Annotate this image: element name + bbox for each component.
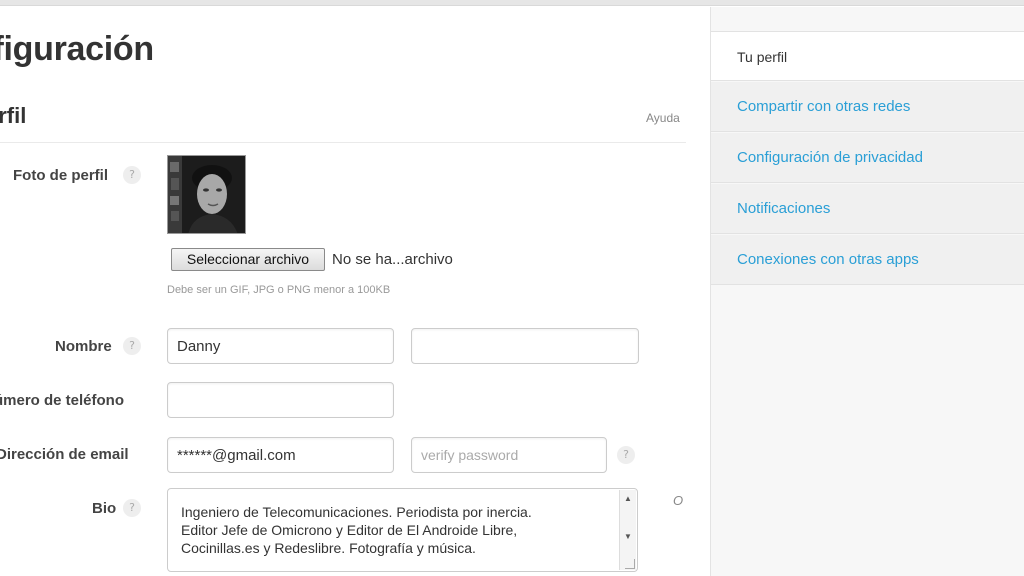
- sidebar-item-privacy[interactable]: Configuración de privacidad: [711, 133, 1024, 183]
- first-name-input[interactable]: [167, 328, 394, 364]
- email-label: Dirección de email: [0, 446, 129, 463]
- avatar-photo-icon: [168, 156, 245, 233]
- bio-label: Bio: [92, 500, 117, 517]
- settings-sidebar: Tu perfil Compartir con otras redes Conf…: [710, 7, 1024, 576]
- bio-side-mark: O: [673, 493, 684, 508]
- name-help-icon[interactable]: ?: [123, 337, 141, 355]
- bio-line: Cocinillas.es y Redeslibre. Fotografía y…: [181, 540, 476, 556]
- name-label: Nombre: [55, 338, 112, 355]
- top-bar: [0, 0, 1024, 6]
- resize-handle-icon[interactable]: [625, 559, 635, 569]
- section-title: erfil: [0, 103, 27, 128]
- sidebar-item-share[interactable]: Compartir con otras redes: [711, 82, 1024, 132]
- phone-label: úmero de teléfono: [0, 392, 125, 409]
- photo-help-icon[interactable]: ?: [123, 166, 141, 184]
- bio-help-icon[interactable]: ?: [123, 499, 141, 517]
- file-hint: Debe ser un GIF, JPG o PNG menor a 100KB: [167, 284, 391, 296]
- scroll-up-icon[interactable]: ▲: [620, 492, 636, 506]
- last-name-input[interactable]: [411, 328, 639, 364]
- sidebar-item-profile[interactable]: Tu perfil: [711, 31, 1024, 81]
- phone-input[interactable]: [167, 382, 394, 418]
- choose-file-button[interactable]: Seleccionar archivo: [171, 248, 325, 271]
- bio-textarea[interactable]: Ingeniero de Telecomunicaciones. Periodi…: [167, 488, 638, 572]
- email-input[interactable]: [167, 437, 394, 473]
- file-status: No se ha...archivo: [332, 251, 453, 268]
- scroll-down-icon[interactable]: ▼: [620, 530, 636, 544]
- avatar: [167, 155, 246, 234]
- sidebar-item-notifications[interactable]: Notificaciones: [711, 184, 1024, 234]
- help-link[interactable]: Ayuda: [646, 111, 680, 125]
- email-help-icon[interactable]: ?: [617, 446, 635, 464]
- bio-line: Editor Jefe de Omicrono y Editor de El A…: [181, 522, 518, 538]
- profile-photo-label: Foto de perfil: [13, 167, 108, 184]
- bio-line: Ingeniero de Telecomunicaciones. Periodi…: [181, 504, 532, 520]
- page-title: nfiguración: [0, 30, 154, 68]
- verify-password-input[interactable]: [411, 437, 607, 473]
- sidebar-item-app-connections[interactable]: Conexiones con otras apps: [711, 235, 1024, 285]
- bio-scrollbar[interactable]: ▲ ▼: [619, 490, 636, 570]
- section-divider: [0, 142, 686, 143]
